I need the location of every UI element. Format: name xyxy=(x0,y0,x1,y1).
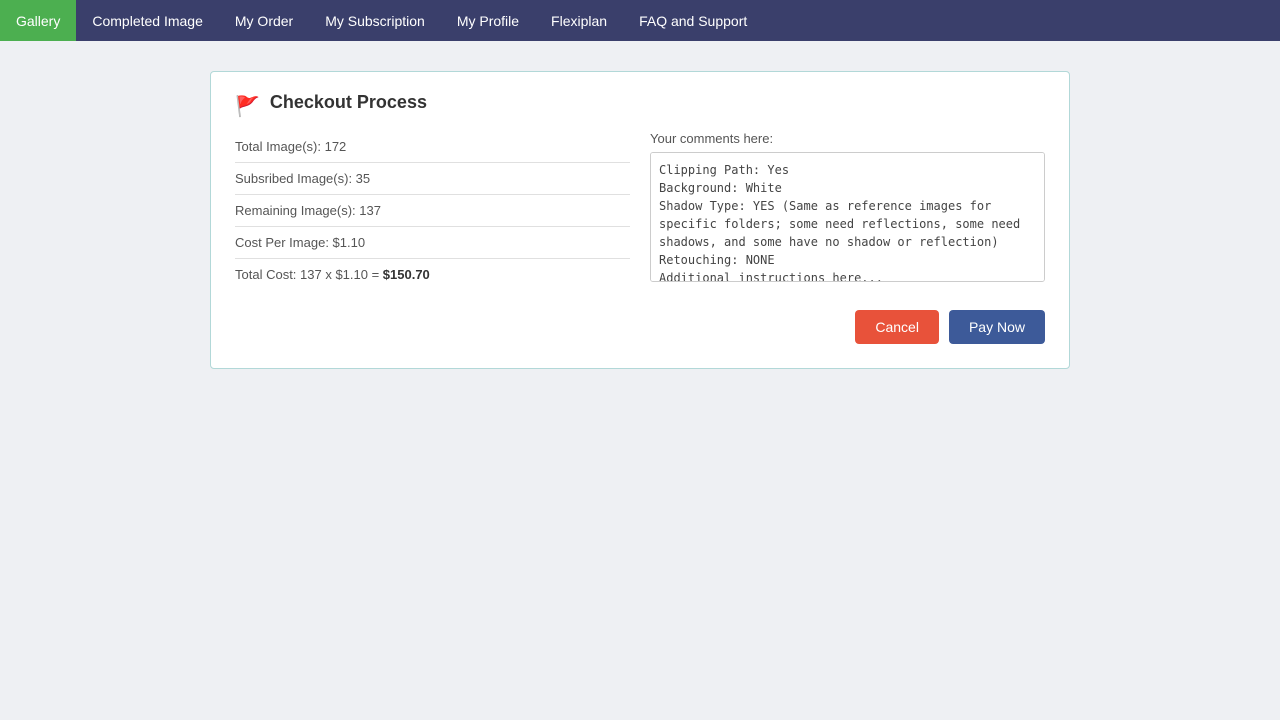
comments-textarea[interactable]: Clipping Path: Yes Background: White Sha… xyxy=(650,152,1045,282)
comments-label: Your comments here: xyxy=(650,131,1045,146)
checkout-title: Checkout Process xyxy=(270,92,427,113)
nav-my-profile[interactable]: My Profile xyxy=(441,0,535,41)
action-row: Cancel Pay Now xyxy=(235,310,1045,344)
main-nav: Gallery Completed Image My Order My Subs… xyxy=(0,0,1280,41)
pay-now-button[interactable]: Pay Now xyxy=(949,310,1045,344)
card-body: Total Image(s): 172 Subsribed Image(s): … xyxy=(235,131,1045,290)
total-cost-prefix: Total Cost: 137 x $1.10 = xyxy=(235,267,383,282)
nav-faq-support[interactable]: FAQ and Support xyxy=(623,0,763,41)
remaining-images-row: Remaining Image(s): 137 xyxy=(235,195,630,227)
total-amount: $150.70 xyxy=(383,267,430,282)
total-cost-row: Total Cost: 137 x $1.10 = $150.70 xyxy=(235,259,630,290)
remaining-images-label: Remaining Image(s): 137 xyxy=(235,203,381,218)
flag-icon: 🚩 xyxy=(235,94,260,119)
main-content: 🚩 Checkout Process Total Image(s): 172 S… xyxy=(0,41,1280,399)
total-images-label: Total Image(s): 172 xyxy=(235,139,346,154)
cancel-button[interactable]: Cancel xyxy=(855,310,939,344)
subscribed-images-label: Subsribed Image(s): 35 xyxy=(235,171,370,186)
nav-flexiplan[interactable]: Flexiplan xyxy=(535,0,623,41)
total-images-row: Total Image(s): 172 xyxy=(235,131,630,163)
comments-section: Your comments here: Clipping Path: Yes B… xyxy=(650,131,1045,290)
nav-gallery[interactable]: Gallery xyxy=(0,0,76,41)
cost-per-image-row: Cost Per Image: $1.10 xyxy=(235,227,630,259)
cost-per-image-label: Cost Per Image: $1.10 xyxy=(235,235,365,250)
checkout-card: 🚩 Checkout Process Total Image(s): 172 S… xyxy=(210,71,1070,369)
nav-my-order[interactable]: My Order xyxy=(219,0,309,41)
nav-completed-image[interactable]: Completed Image xyxy=(76,0,219,41)
subscribed-images-row: Subsribed Image(s): 35 xyxy=(235,163,630,195)
nav-my-subscription[interactable]: My Subscription xyxy=(309,0,441,41)
order-details: Total Image(s): 172 Subsribed Image(s): … xyxy=(235,131,630,290)
card-header: 🚩 Checkout Process xyxy=(235,92,1045,119)
